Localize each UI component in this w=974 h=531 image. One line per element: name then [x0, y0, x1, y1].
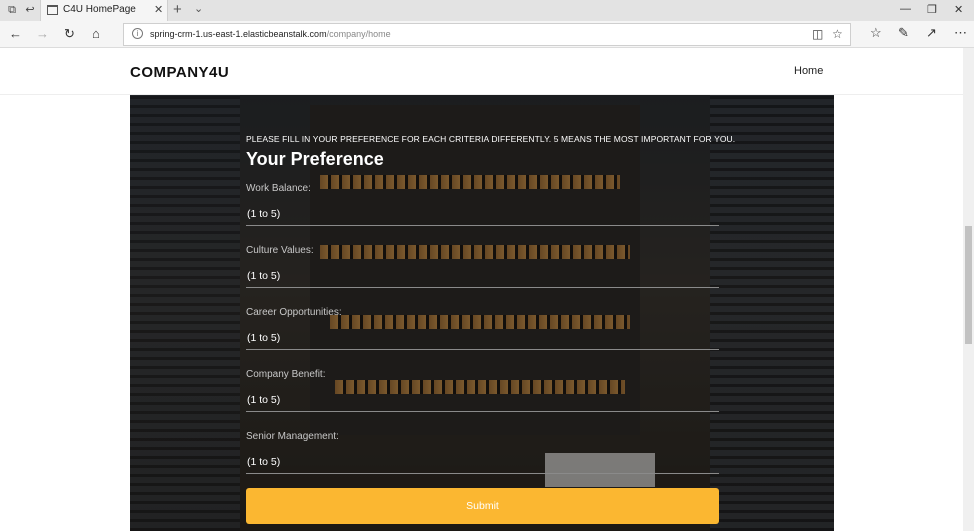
more-icon[interactable]: ⋯ — [954, 25, 967, 41]
career-opportunities-input[interactable] — [246, 326, 719, 350]
page-scrollbar[interactable] — [963, 48, 974, 531]
browser-toolbar: ← → ↻ ⌂ i spring-crm-1.us-east-1.elastic… — [0, 21, 974, 48]
browser-tab-bar: ⧉ ↩ C4U HomePage ✕ + ⌄ — ❐ ✕ — [0, 0, 974, 21]
close-window-icon[interactable]: ✕ — [954, 3, 963, 16]
field-label: Culture Values: — [246, 245, 314, 256]
site-header: COMPANY4U Home — [0, 48, 974, 95]
form-title: Your Preference — [246, 149, 384, 169]
field-label: Senior Management: — [246, 431, 339, 442]
minimize-icon[interactable]: — — [900, 3, 911, 15]
field-senior-management: Senior Management: — [246, 431, 719, 493]
field-label: Work Balance: — [246, 183, 311, 194]
url-host: spring-crm-1.us-east-1.elasticbeanstalk.… — [150, 29, 327, 39]
tab-preview-icon[interactable]: ⧉ — [4, 2, 20, 18]
scrollbar-thumb[interactable] — [965, 226, 972, 344]
tab-title: C4U HomePage — [63, 4, 136, 15]
company-benefit-input[interactable] — [246, 388, 719, 412]
set-tabs-aside-icon[interactable]: ↩ — [22, 2, 38, 18]
favorite-star-icon[interactable]: ☆ — [832, 27, 843, 41]
reading-view-icon[interactable]: ◫ — [812, 27, 823, 41]
form-instruction: PLEASE FILL IN YOUR PREFERENCE FOR EACH … — [246, 134, 736, 144]
field-label: Company Benefit: — [246, 369, 326, 380]
share-icon[interactable]: ↗ — [926, 25, 937, 41]
restore-icon[interactable]: ❐ — [927, 3, 937, 16]
home-icon[interactable]: ⌂ — [92, 26, 100, 41]
nav-home-link[interactable]: Home — [794, 65, 823, 77]
field-culture-values: Culture Values: — [246, 245, 719, 307]
field-company-benefit: Company Benefit: — [246, 369, 719, 431]
refresh-icon[interactable]: ↻ — [64, 26, 75, 42]
url-path: /company/home — [326, 29, 391, 39]
site-info-icon[interactable]: i — [132, 28, 143, 39]
brand-logo[interactable]: COMPANY4U — [130, 64, 229, 81]
field-label: Career Opportunities: — [246, 307, 342, 318]
new-tab-icon[interactable]: + — [173, 1, 182, 18]
address-bar[interactable]: i spring-crm-1.us-east-1.elasticbeanstal… — [123, 23, 851, 46]
submit-button[interactable]: Submit — [246, 488, 719, 524]
page-favicon-icon — [47, 5, 58, 15]
forward-icon[interactable]: → — [36, 26, 49, 41]
favorites-hub-icon[interactable]: ☆ — [870, 25, 882, 41]
work-balance-input[interactable] — [246, 202, 719, 226]
senior-management-input[interactable] — [246, 450, 719, 474]
pen-icon[interactable]: ✎ — [898, 25, 909, 41]
culture-values-input[interactable] — [246, 264, 719, 288]
chevron-down-icon[interactable]: ⌄ — [194, 2, 203, 15]
close-tab-icon[interactable]: ✕ — [154, 3, 163, 16]
field-career-opportunities: Career Opportunities: — [246, 307, 719, 369]
field-work-balance: Work Balance: — [246, 183, 719, 245]
url-text[interactable]: spring-crm-1.us-east-1.elasticbeanstalk.… — [150, 29, 391, 39]
back-icon[interactable]: ← — [9, 26, 22, 41]
browser-tab[interactable]: C4U HomePage ✕ — [40, 0, 168, 21]
